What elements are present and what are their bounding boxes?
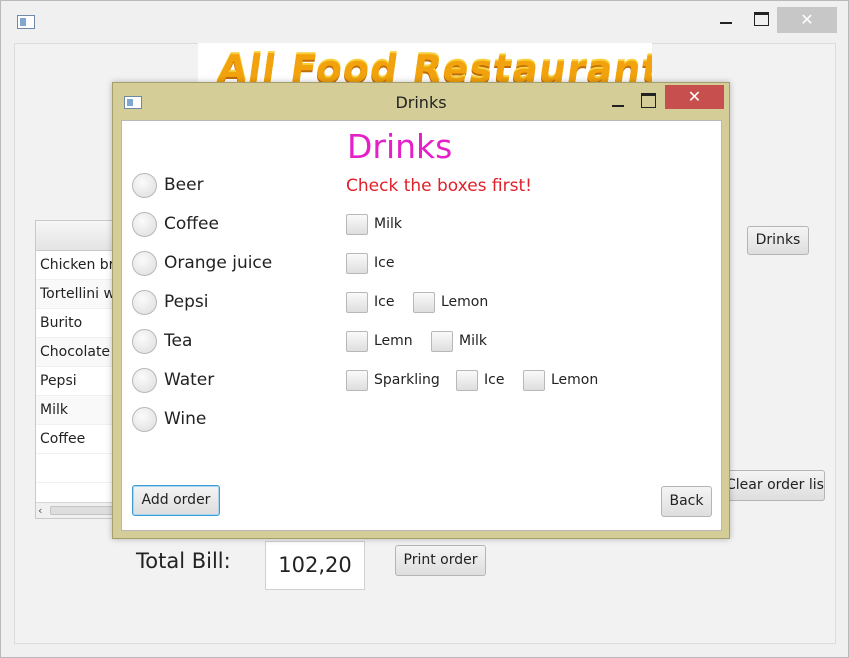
clear-order-list-button[interactable]: Clear order list bbox=[725, 470, 825, 501]
table-row[interactable]: Pepsi bbox=[36, 367, 124, 396]
radio-button[interactable] bbox=[132, 251, 157, 276]
radio-button[interactable] bbox=[132, 173, 157, 198]
drinks-button[interactable]: Drinks bbox=[747, 226, 809, 255]
total-bill-label: Total Bill: bbox=[136, 549, 231, 573]
dialog-heading: Drinks bbox=[347, 127, 453, 166]
table-row[interactable]: Chicken breast bbox=[36, 251, 124, 280]
empty-table-row bbox=[36, 454, 124, 483]
checkbox-pepsi-ice[interactable] bbox=[346, 292, 368, 313]
checkbox-water-sparkling[interactable] bbox=[346, 370, 368, 391]
checkbox-label: Lemon bbox=[441, 294, 489, 310]
table-row[interactable]: Burito bbox=[36, 309, 124, 338]
add-order-button[interactable]: Add order bbox=[132, 485, 220, 516]
checkbox-water-lemon[interactable] bbox=[523, 370, 545, 391]
radio-button[interactable] bbox=[132, 407, 157, 432]
table-row[interactable]: Milk bbox=[36, 396, 124, 425]
order-table-header[interactable] bbox=[36, 221, 124, 251]
radio-label: Pepsi bbox=[164, 292, 209, 312]
restaurant-logo-banner: All Food Restaurant bbox=[198, 43, 652, 85]
radio-button[interactable] bbox=[132, 290, 157, 315]
dialog-hint: Check the boxes first! bbox=[346, 176, 532, 196]
checkbox-label: Lemon bbox=[551, 372, 599, 388]
checkbox-pepsi-lemon[interactable] bbox=[413, 292, 435, 313]
maximize-icon[interactable] bbox=[635, 91, 661, 111]
restaurant-logo-text: All Food Restaurant bbox=[214, 47, 652, 85]
radio-label: Wine bbox=[164, 409, 207, 429]
table-row[interactable]: Chocolate cake bbox=[36, 338, 124, 367]
checkbox-tea-lemon[interactable] bbox=[346, 331, 368, 352]
maximize-icon[interactable] bbox=[746, 7, 776, 31]
total-bill-field[interactable]: 102,20 bbox=[265, 541, 365, 590]
drinks-dialog: Drinks ✕ Drinks Check the boxes first! B… bbox=[112, 82, 730, 539]
radio-button[interactable] bbox=[132, 212, 157, 237]
dialog-body: Drinks Check the boxes first! Beer Coffe… bbox=[121, 120, 722, 531]
print-order-button[interactable]: Print order bbox=[395, 545, 486, 576]
checkbox-water-ice[interactable] bbox=[456, 370, 478, 391]
table-row[interactable]: Coffee bbox=[36, 425, 124, 454]
main-title-bar: ✕ bbox=[1, 1, 848, 39]
scrollbar-thumb[interactable] bbox=[50, 506, 120, 515]
back-button[interactable]: Back bbox=[661, 486, 712, 517]
minimize-icon[interactable] bbox=[711, 7, 741, 31]
radio-label: Tea bbox=[164, 331, 193, 351]
checkbox-label: Ice bbox=[484, 372, 505, 388]
checkbox-label: Lemn bbox=[374, 333, 413, 349]
radio-button[interactable] bbox=[132, 368, 157, 393]
checkbox-label: Milk bbox=[459, 333, 487, 349]
checkbox-orange-juice-ice[interactable] bbox=[346, 253, 368, 274]
app-icon bbox=[17, 15, 35, 29]
close-icon[interactable]: ✕ bbox=[665, 85, 724, 109]
scroll-left-icon[interactable]: ‹ bbox=[38, 504, 42, 517]
radio-label: Orange juice bbox=[164, 253, 273, 273]
checkbox-coffee-milk[interactable] bbox=[346, 214, 368, 235]
radio-label: Water bbox=[164, 370, 215, 390]
radio-label: Beer bbox=[164, 175, 204, 195]
minimize-icon[interactable] bbox=[605, 91, 631, 111]
checkbox-label: Ice bbox=[374, 294, 395, 310]
checkbox-label: Milk bbox=[374, 216, 402, 232]
checkbox-label: Sparkling bbox=[374, 372, 440, 388]
close-icon[interactable]: ✕ bbox=[777, 7, 837, 33]
radio-button[interactable] bbox=[132, 329, 157, 354]
radio-label: Coffee bbox=[164, 214, 219, 234]
table-row[interactable]: Tortellini with bbox=[36, 280, 124, 309]
horizontal-scrollbar[interactable]: ‹ bbox=[36, 502, 124, 518]
checkbox-tea-milk[interactable] bbox=[431, 331, 453, 352]
checkbox-label: Ice bbox=[374, 255, 395, 271]
